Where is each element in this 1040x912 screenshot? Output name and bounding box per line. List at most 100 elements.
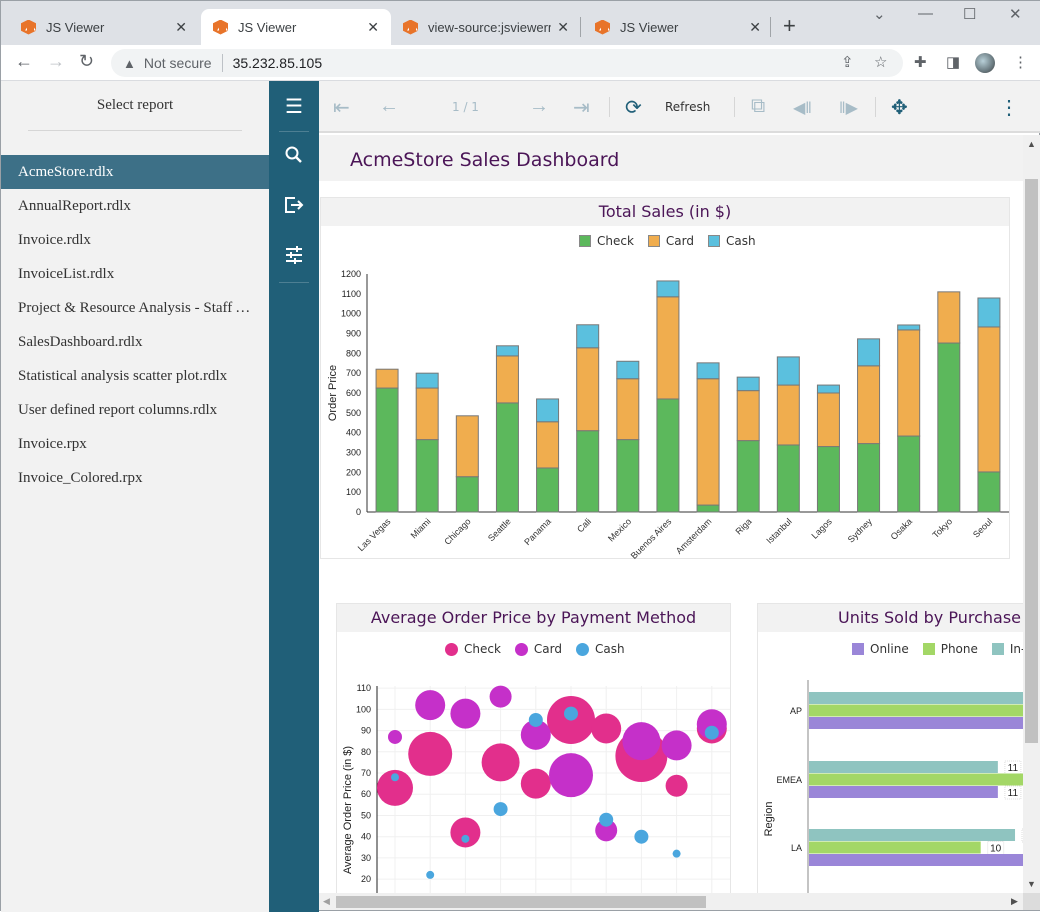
bar-segment-card [375, 368, 399, 389]
share-icon[interactable]: ⇪ [841, 53, 854, 71]
close-tab-icon[interactable]: ✕ [175, 19, 187, 36]
hamburger-menu-icon[interactable]: ☰ [269, 94, 319, 119]
previous-page-icon[interactable]: ← [379, 95, 399, 118]
close-tab-icon[interactable]: ✕ [367, 19, 379, 36]
more-options-kebab-icon[interactable]: ⋮ [999, 95, 1019, 120]
browser-tab-4[interactable]: JS Viewer ✕ [583, 9, 773, 45]
bar-segment-check [375, 387, 399, 513]
bar-segment-cash [857, 338, 881, 367]
bubble-check [665, 774, 688, 797]
bar-segment-card [776, 384, 800, 446]
bubble-check [408, 731, 453, 776]
bar-segment-cash [616, 360, 640, 380]
minimize-icon[interactable]: — [918, 5, 933, 22]
history-forward-icon[interactable]: ‖▶ [839, 98, 858, 118]
refresh-icon[interactable]: ⟳ [625, 95, 642, 120]
last-page-icon[interactable]: ⇥ [573, 95, 590, 120]
browser-menu-kebab-icon[interactable]: ⋮ [1013, 53, 1028, 71]
bar-segment-card [857, 365, 881, 445]
bubble-plot: 20 30 40 50 60 70 80 90 100 110 Average Order Pric… [342, 683, 730, 893]
avg-order-price-chart: Average Order Price by Payment Method Ch… [336, 603, 731, 893]
units-sold-chart: Units Sold by Purchase Method Online Pho… [757, 603, 1023, 893]
close-tab-icon[interactable]: ✕ [557, 19, 569, 36]
bar-segment-card [937, 291, 961, 344]
report-item[interactable]: Project & Resource Analysis - Staff Allo… [1, 291, 269, 325]
bar-segment-card [736, 390, 760, 442]
side-panel-icon[interactable]: ◨ [946, 53, 960, 71]
warning-triangle-icon[interactable]: ▲ [123, 56, 136, 71]
y-tick-label: EMEA [776, 775, 802, 785]
next-page-icon[interactable]: → [529, 95, 549, 118]
tab-title: JS Viewer [46, 19, 105, 35]
bubble-check [591, 713, 622, 744]
bar-segment-card [696, 378, 720, 506]
profile-avatar[interactable] [975, 53, 995, 73]
report-item[interactable]: Invoice.rdlx [1, 223, 269, 257]
bubble-cash [528, 712, 543, 727]
report-item[interactable]: User defined report columns.rdlx [1, 393, 269, 427]
pan-move-icon[interactable]: ✥ [891, 95, 908, 120]
url-text[interactable]: 35.232.85.105 [233, 55, 323, 71]
bar-segment-cash [536, 398, 560, 423]
extensions-puzzle-icon[interactable]: ✚ [914, 53, 927, 71]
browser-tab-3[interactable]: view-source:jsviewermv ✕ [391, 9, 581, 45]
scroll-down-arrow-icon[interactable]: ▼ [1027, 879, 1036, 889]
browser-tab-strip: JS Viewer ✕ JS Viewer ✕ view-source:jsvi… [1, 1, 1040, 45]
report-item[interactable]: Statistical analysis scatter plot.rdlx [1, 359, 269, 393]
back-arrow-icon[interactable]: ← [15, 51, 33, 72]
vertical-scrollbar[interactable]: ▲ ▼ [1023, 135, 1040, 893]
bubble-cash [599, 812, 614, 827]
reload-icon[interactable]: ↻ [79, 51, 94, 72]
viewer-toolbar: ⇤ ← 1 / 1 → ⇥ ⟳ Refresh ⧉ ◀‖ ‖▶ ✥ ⋮ [319, 81, 1040, 133]
report-item[interactable]: InvoiceList.rdlx [1, 257, 269, 291]
page-indicator[interactable]: 1 / 1 [452, 100, 479, 114]
maximize-icon[interactable]: ☐ [963, 5, 976, 23]
scroll-right-arrow-icon[interactable]: ▶ [1011, 896, 1018, 907]
bubble-check [450, 817, 481, 848]
report-list-title: Select report [96, 97, 174, 113]
y-axis-title: Average Order Price (in $) [342, 746, 354, 874]
bar-segment-cash [415, 372, 439, 389]
vertical-scroll-thumb[interactable] [1025, 179, 1038, 743]
report-item[interactable]: AcmeStore.rdlx [1, 155, 269, 189]
tab-search-chevron-icon[interactable]: ⌄ [873, 5, 886, 23]
export-icon[interactable] [269, 195, 319, 221]
history-back-icon[interactable]: ◀‖ [793, 98, 812, 118]
browser-tab-2[interactable]: JS Viewer ✕ [201, 9, 391, 45]
report-item[interactable]: Invoice.rpx [1, 427, 269, 461]
bar-segment-check [696, 504, 720, 513]
first-page-icon[interactable]: ⇤ [333, 95, 350, 120]
data-label: 11 [1008, 788, 1019, 799]
refresh-button[interactable]: Refresh [665, 100, 710, 114]
bar-segment-card [536, 421, 560, 469]
security-status[interactable]: Not secure [144, 55, 212, 71]
back-to-parent-icon[interactable]: ⧉ [751, 95, 765, 118]
y-tick-label: 100 [346, 487, 361, 497]
bubble-card [388, 729, 402, 744]
report-item[interactable]: Invoice_Colored.rpx [1, 461, 269, 495]
bar-in-store [809, 761, 998, 773]
search-icon[interactable] [269, 145, 319, 171]
y-tick-label: LA [791, 843, 802, 853]
new-tab-plus-icon[interactable]: + [783, 13, 796, 39]
y-tick-label: 20 [361, 874, 371, 884]
report-item[interactable]: AnnualReport.rdlx [1, 189, 269, 223]
omnibox[interactable]: ▲ Not secure 35.232.85.105 ⇪ ☆ [111, 49, 903, 77]
close-window-icon[interactable]: ✕ [1009, 5, 1022, 23]
bar-segment-cash [977, 297, 1001, 328]
scroll-up-arrow-icon[interactable]: ▲ [1027, 139, 1036, 149]
horizontal-scroll-thumb[interactable] [336, 896, 706, 908]
browser-tab-1[interactable]: JS Viewer ✕ [9, 9, 199, 45]
x-tick-label: Riga [733, 516, 753, 536]
scroll-left-arrow-icon[interactable]: ◀ [323, 896, 330, 907]
bookmark-star-icon[interactable]: ☆ [874, 53, 887, 71]
forward-arrow-icon[interactable]: → [47, 51, 65, 72]
close-tab-icon[interactable]: ✕ [749, 19, 761, 36]
js-viewer-favicon-icon [403, 19, 418, 35]
horizontal-scrollbar[interactable]: ◀ ▶ [319, 893, 1023, 910]
bar-online [809, 786, 998, 798]
parameters-sliders-icon[interactable] [269, 245, 319, 271]
bubble-cash [493, 802, 508, 817]
y-tick-label: 0 [356, 507, 361, 517]
report-item[interactable]: SalesDashboard.rdlx [1, 325, 269, 359]
